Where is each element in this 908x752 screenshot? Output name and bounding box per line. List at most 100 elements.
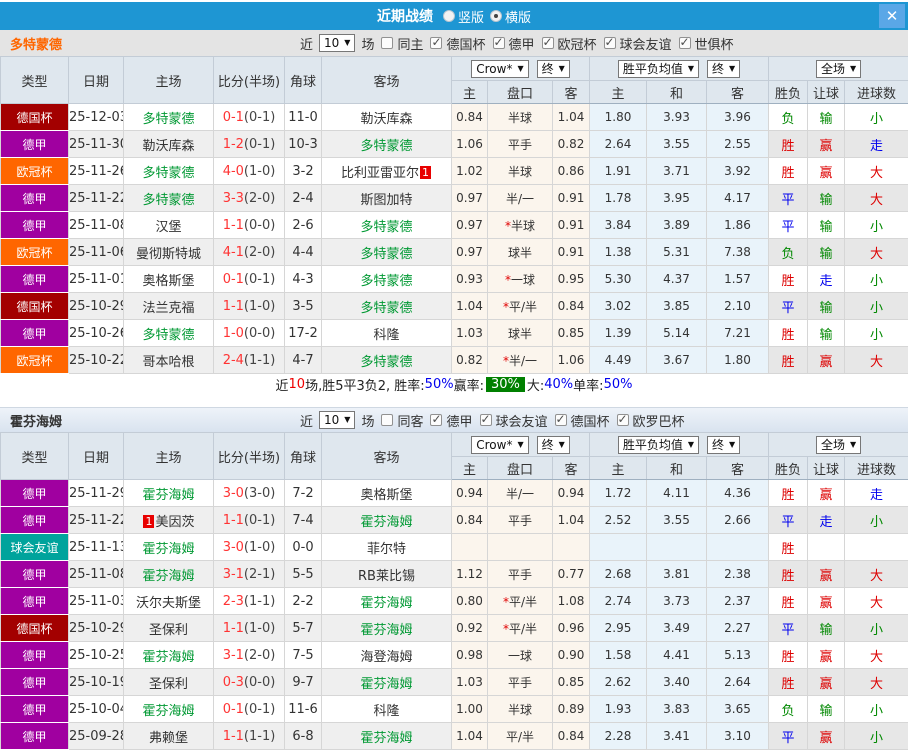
result-handicap: 赢 <box>807 668 846 696</box>
final-odds-select-2[interactable]: 终 ▼ <box>707 435 741 454</box>
euro-home-odds: 2.52 <box>589 506 648 534</box>
league-checkbox[interactable] <box>554 412 567 426</box>
match-row: 德甲 25-11-01 奥格斯堡 0-1(0-1) 4-3 多特蒙德 0.93 *一球 0.95… <box>0 265 908 293</box>
wdl-average-select[interactable]: 胜平负均值 ▼ <box>617 435 700 454</box>
match-row: 德国杯 25-12-03 多特蒙德 0-1(0-1) 11-0 勒沃库森 0.84 半球 1.0… <box>0 103 908 131</box>
sub-goals: 进球数 <box>844 80 908 104</box>
halftime-score: (0-0) <box>243 217 276 233</box>
result-handicap: 赢 <box>807 641 846 669</box>
match-row: 欧冠杯 25-11-06 曼彻斯特城 4-1(2-0) 4-4 多特蒙德 0.97 球半 0.9… <box>0 238 908 266</box>
handicap-line: 平/半 <box>487 722 553 750</box>
fulltime-score: 2-4 <box>222 352 244 368</box>
halftime-score: (0-1) <box>243 271 276 287</box>
home-team-name: 曼彻斯特城 <box>135 246 201 262</box>
handicap-home-odds: 0.93 <box>451 265 488 293</box>
fulltime-score: 3-1 <box>222 647 244 663</box>
euro-away-odds: 2.37 <box>706 587 770 615</box>
scope-select[interactable]: 全场 ▼ <box>815 59 862 78</box>
final-odds-select[interactable]: 终 ▼ <box>536 435 570 454</box>
home-team-name: 霍芬海姆 <box>142 487 195 503</box>
result-wdl: 平 <box>768 292 809 320</box>
halftime-score: (2-0) <box>243 244 276 260</box>
col-date: 日期 <box>68 56 124 104</box>
euro-away-odds: 7.21 <box>706 319 770 347</box>
away-team: 多特蒙德 <box>321 346 452 374</box>
match-row: 德甲 25-11-22 多特蒙德 3-3(2-0) 2-4 斯图加特 0.97 半/一 0.91… <box>0 184 908 212</box>
wdl-average-select[interactable]: 胜平负均值 ▼ <box>617 59 700 78</box>
sections-container: 多特蒙德近10▼场 同主 德国杯德甲欧冠杯球会友谊世俱杯类型日期主场比分(半场)… <box>0 30 908 750</box>
match-date: 25-11-08 <box>68 211 124 239</box>
select-value: 终 <box>541 437 554 452</box>
match-count-select[interactable]: 10 ▼ <box>319 411 356 429</box>
away-team-name: 多特蒙德 <box>360 300 413 316</box>
handicap-line: 半球 <box>487 695 553 723</box>
handicap-away-odds: 0.90 <box>551 641 591 669</box>
match-row: 欧冠杯 25-10-22 哥本哈根 2-4(1-1) 4-7 多特蒙德 0.82 *半/一 1.… <box>0 346 908 374</box>
match-filters: 近 10 ▼ 场 同客 德甲 球会友谊 德国杯 欧罗巴杯 <box>300 411 685 430</box>
corner-count: 7-4 <box>284 506 322 534</box>
home-team-name: 沃尔夫斯堡 <box>135 595 201 611</box>
corner-count: 7-5 <box>284 641 322 669</box>
match-type-badge: 德甲 <box>0 668 69 696</box>
away-team: RB莱比锡 <box>321 560 452 588</box>
euro-away-odds: 4.36 <box>706 479 770 507</box>
section-gap <box>0 395 908 407</box>
euro-away-odds: 7.38 <box>706 238 770 266</box>
match-date: 25-10-25 <box>68 641 124 669</box>
sub-euro-home: 主 <box>589 80 648 104</box>
radio-vertical-layout[interactable] <box>442 10 455 22</box>
corner-count: 6-8 <box>284 722 322 750</box>
col-score: 比分(半场) <box>213 432 285 480</box>
league-checkbox[interactable] <box>430 35 443 49</box>
match-count-select[interactable]: 10 ▼ <box>319 34 356 52</box>
bookmaker-select[interactable]: Crow* ▼ <box>471 59 529 78</box>
handicap-home-odds: 0.80 <box>451 587 488 615</box>
fulltime-score: 4-1 <box>222 244 244 260</box>
scope-select[interactable]: 全场 ▼ <box>815 435 862 454</box>
radio-horizontal-layout[interactable] <box>490 10 502 22</box>
match-type-badge: 德国杯 <box>0 292 69 320</box>
fulltime-score: 1-1 <box>222 620 244 636</box>
league-checkbox[interactable] <box>603 35 616 49</box>
radio-horizontal-label[interactable]: 横版 <box>505 7 531 26</box>
match-date: 25-11-29 <box>68 479 124 507</box>
home-team: 哥本哈根 <box>123 346 214 374</box>
fulltime-score: 2-3 <box>222 593 244 609</box>
close-icon[interactable]: ✕ <box>879 4 905 28</box>
match-row: 德甲 25-11-30 勒沃库森 1-2(0-1) 10-3 多特蒙德 1.06 平手 0.82… <box>0 130 908 158</box>
stats-summary: 近 10 场,胜5平3负2, 胜率: 50% 赢率: 30% 大: 40% 单率: 50% <box>0 374 908 395</box>
bookmaker-select[interactable]: Crow* ▼ <box>471 435 529 454</box>
sub-result: 胜负 <box>768 456 809 480</box>
match-type-badge: 德甲 <box>0 265 69 293</box>
league-checkbox[interactable] <box>430 412 443 426</box>
home-team-name: 勒沃库森 <box>142 138 195 154</box>
league-checkbox[interactable] <box>616 412 629 426</box>
select-value: 胜平负均值 <box>622 437 683 452</box>
away-team: 比利亚雷亚尔 1 <box>321 157 452 185</box>
fulltime-score: 3-0 <box>222 539 244 555</box>
euro-home-odds: 2.62 <box>589 668 648 696</box>
final-odds-select-2[interactable]: 终 ▼ <box>707 59 741 78</box>
away-team-name: 斯图加特 <box>360 192 413 208</box>
match-date: 25-11-06 <box>68 238 124 266</box>
handicap-away-odds <box>551 533 591 561</box>
same-side-checkbox[interactable] <box>381 37 394 49</box>
league-checkbox[interactable] <box>678 35 691 49</box>
handicap-line: *半球 <box>487 211 553 239</box>
halftime-score: (0-1) <box>243 701 276 717</box>
handicap-line: 半球 <box>487 157 553 185</box>
sub-result: 胜负 <box>768 80 809 104</box>
handicap-line: *平/半 <box>487 587 553 615</box>
league-checkbox[interactable] <box>541 35 554 49</box>
same-side-checkbox[interactable] <box>381 414 394 426</box>
corner-count: 9-7 <box>284 668 322 696</box>
league-checkbox[interactable] <box>479 412 492 426</box>
league-checkbox[interactable] <box>492 35 505 49</box>
sub-handicap-result: 让球 <box>807 456 846 480</box>
home-team: 汉堡 <box>123 211 214 239</box>
halftime-score: (1-1) <box>243 593 276 609</box>
away-team-name: 霍芬海姆 <box>360 595 413 611</box>
final-odds-select[interactable]: 终 ▼ <box>536 59 570 78</box>
away-team-name: 霍芬海姆 <box>360 622 413 638</box>
radio-vertical-label[interactable]: 竖版 <box>458 7 484 26</box>
